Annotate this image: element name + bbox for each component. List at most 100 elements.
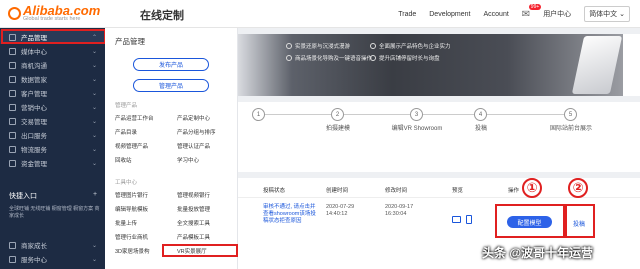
message-icon[interactable]: ✉ 99+ [522,3,542,20]
logo-tagline: Global trade starts here [23,16,81,22]
page-title: 在线定制 [140,10,184,22]
sidebar-item-label: 数据管家 [21,77,47,84]
status-cell[interactable]: 审核不通过, 请点击并查看showroom该场投稿状态拒查原因 [263,204,317,225]
message-count-badge: 99+ [528,3,542,10]
submenu-link[interactable]: 管理视频银行 [177,191,210,199]
customer-icon [9,89,16,97]
trade-icon [9,117,16,125]
sidebar-item-label: 出口服务 [21,133,47,140]
submenu-link[interactable]: 3D家居场景构 [115,247,150,255]
sidebar-item-funds[interactable]: 资金管理 ⌄ [0,156,105,170]
publish-product-button[interactable]: 发布产品 [133,58,209,71]
alibaba-logo[interactable]: Alibaba.com Global trade starts here [5,3,105,25]
submenu-link[interactable]: 产品模板工具 [177,233,210,241]
top-link-account[interactable]: Account [484,11,509,18]
chevron-down-icon: ⌄ [91,48,97,55]
phone-illustration [571,36,623,94]
chevron-down-icon: ⌄ [91,90,97,97]
watermark: 头条 @波哥十年运营 [482,246,594,260]
vr-banner[interactable]: 实景还原与沉浸式漫游 全面展示产品特色与企业实力 商品场景化导购及一键语音操作 … [238,34,640,96]
submenu-link[interactable]: 产品目录 [115,128,137,136]
highlight-products-nav [1,29,106,44]
modified-cell: 2020-09-17 16:30:04 [385,204,414,217]
add-quick-entry-icon[interactable]: + [93,191,97,198]
sidebar: 产品管理 ⌃ 媒体中心 ⌄ 商机沟通 ⌄ 数据管家 ⌄ 客户管理 ⌄ 营销中心 ⌄ 交易管理… [0,28,105,269]
top-link-trade[interactable]: Trade [398,11,416,18]
voice-icon [286,55,292,61]
submenu-link[interactable]: 回收站 [115,156,132,164]
chevron-down-icon: ⌄ [91,146,97,153]
submenu-link[interactable]: 批量投放管理 [177,205,210,213]
submenu-link[interactable]: 管理图片银行 [115,191,148,199]
sidebar-item-service[interactable]: 服务中心 ⌄ [0,252,105,266]
column-header: 操作 [508,188,520,194]
section-tools-label: 工具中心 [115,180,138,186]
submenu-link[interactable]: 管理认证产品 [177,142,210,150]
showcase-icon [370,43,376,49]
banner-feature-text: 实景还原与沉浸式漫游 [295,44,351,50]
submenu-link[interactable]: 产品运营工作台 [115,114,154,122]
vr-icon [286,43,292,49]
step-label: 国际站前台展示 [549,126,592,132]
banner-feature: 商品场景化导购及一键语音操作 [286,54,372,62]
sidebar-item-label: 服务中心 [21,257,47,264]
chevron-down-icon: ⌄ [91,242,97,249]
step-connector [265,114,331,115]
submenu-link[interactable]: 全文搜索工具 [177,219,210,227]
chevron-down-icon: ⌄ [91,132,97,139]
service-icon [9,255,16,263]
media-icon [9,47,16,55]
sidebar-item-label: 资金管理 [21,161,47,168]
sidebar-item-marketing[interactable]: 营销中心 ⌄ [0,100,105,114]
quick-entry-title: 快捷入口 [9,193,37,200]
banner-feature: 实景还原与沉浸式漫游 [286,42,350,50]
mobile-preview-icon[interactable] [466,215,472,224]
banner-feature-text: 提升店铺停留时长与询盘 [379,56,440,62]
sidebar-item-growth[interactable]: 商家成长 ⌄ [0,238,105,252]
main-content: 实景还原与沉浸式漫游 全面展示产品特色与企业实力 商品场景化导购及一键语音操作 … [238,28,640,269]
language-select[interactable]: 简体中文 ⌄ [584,6,630,22]
sidebar-item-logistics[interactable]: 物流服务 ⌄ [0,142,105,156]
annotation-marker-2: ② [568,178,588,198]
submenu-link[interactable]: 学习中心 [177,156,199,164]
chat-icon [9,61,16,69]
wallet-icon [9,159,16,167]
quick-entry-links[interactable]: 全球旺铺 无线旺铺 橱窗管理 橱窗方案 商家成长 [9,206,104,220]
top-link-development[interactable]: Development [429,11,470,18]
submenu-link[interactable]: 视频管理产品 [115,142,148,150]
desktop-preview-icon[interactable] [452,216,461,223]
sidebar-item-data[interactable]: 数据管家 ⌄ [0,72,105,86]
step-connector [423,114,474,115]
submenu-title: 产品管理 [115,37,145,46]
step-label: 拍摄建模 [325,126,350,132]
chart-up-icon [370,55,376,61]
sidebar-item-label: 商家成长 [21,243,47,250]
submenu-link[interactable]: 产品分组与排序 [177,128,216,136]
sidebar-item-export[interactable]: 出口服务 ⌄ [0,128,105,142]
product-submenu: 产品管理 发布产品 管理产品 管理产品 产品运营工作台 产品目录 视频管理产品 … [105,28,238,269]
column-header: 创建时间 [326,188,349,194]
sidebar-item-label: 商机沟通 [21,63,47,70]
marketing-icon [9,103,16,111]
step-number: 2 [331,108,344,121]
banner-feature: 提升店铺停留时长与询盘 [370,54,440,62]
sidebar-item-media[interactable]: 媒体中心 ⌄ [0,44,105,58]
manage-product-button[interactable]: 管理产品 [133,79,209,92]
banner-feature: 全面展示产品特色与企业实力 [370,42,451,50]
highlight-configure [495,204,565,238]
step-number: 5 [564,108,577,121]
submenu-link[interactable]: 批量上传 [115,219,137,227]
submenu-link[interactable]: 产品定制中心 [177,114,210,122]
sidebar-item-inquiries[interactable]: 商机沟通 ⌄ [0,58,105,72]
chevron-down-icon: ⌄ [91,62,97,69]
user-center-link[interactable]: 用户中心 [543,9,571,19]
step-number: 4 [474,108,487,121]
alibaba-logo-icon [8,7,21,20]
submenu-link[interactable]: 编辑导航模板 [115,205,148,213]
sidebar-item-trade[interactable]: 交易管理 ⌄ [0,114,105,128]
chevron-down-icon: ⌄ [91,118,97,125]
highlight-vr-showroom [162,244,238,257]
submenu-link[interactable]: 管理行业商机 [115,233,148,241]
highlight-post [565,204,595,238]
sidebar-item-customers[interactable]: 客户管理 ⌄ [0,86,105,100]
